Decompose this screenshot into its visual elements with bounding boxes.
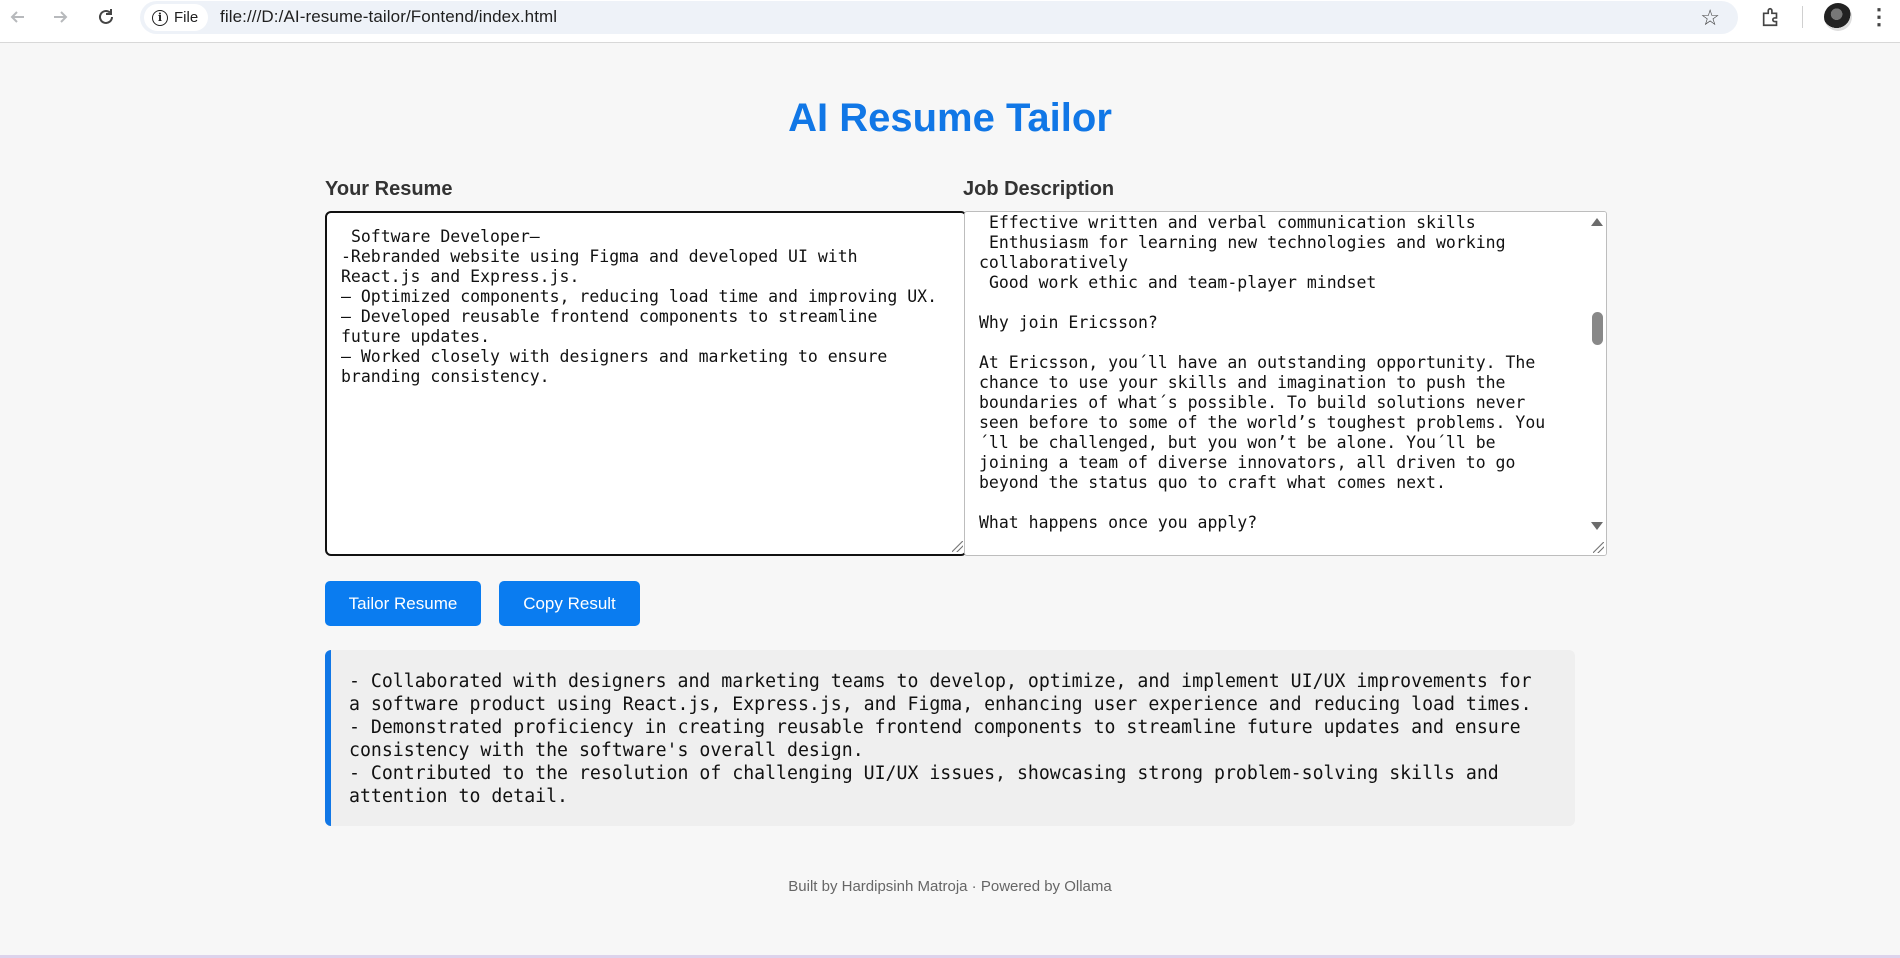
toolbar-divider xyxy=(1802,6,1803,28)
result-text: - Collaborated with designers and market… xyxy=(349,671,1532,807)
back-icon[interactable] xyxy=(4,3,32,31)
resize-handle[interactable] xyxy=(952,541,963,552)
job-description-textarea[interactable]: Effective written and verbal communicati… xyxy=(964,211,1607,556)
forward-icon[interactable] xyxy=(46,3,74,31)
site-info-label: File xyxy=(174,9,199,26)
copy-result-button[interactable]: Copy Result xyxy=(499,581,640,626)
bookmark-star-icon[interactable]: ☆ xyxy=(1700,5,1720,31)
scroll-down-arrow-icon[interactable] xyxy=(1591,522,1603,530)
resume-textarea-content: Software Developer– -Rebranded website u… xyxy=(341,227,938,386)
address-bar[interactable]: i File file:///D:/AI-resume-tailor/Fonte… xyxy=(140,1,1738,34)
job-description-label: Job Description xyxy=(963,178,1115,200)
url-text[interactable]: file:///D:/AI-resume-tailor/Fontend/inde… xyxy=(220,7,557,27)
tailor-resume-button[interactable]: Tailor Resume xyxy=(325,581,481,626)
footer-text: Built by Hardipsinh Matroja · Powered by… xyxy=(788,878,1112,895)
extensions-icon[interactable] xyxy=(1758,4,1784,30)
resize-handle[interactable] xyxy=(1593,542,1604,553)
job-description-textarea-content: Effective written and verbal communicati… xyxy=(979,213,1546,532)
resume-textarea[interactable]: Software Developer– -Rebranded website u… xyxy=(325,211,967,556)
reload-icon[interactable] xyxy=(92,3,120,31)
result-panel: - Collaborated with designers and market… xyxy=(325,650,1575,826)
scroll-thumb[interactable] xyxy=(1592,312,1603,345)
profile-avatar[interactable] xyxy=(1824,3,1852,31)
site-info-chip[interactable]: i File xyxy=(144,4,209,31)
browser-toolbar: i File file:///D:/AI-resume-tailor/Fonte… xyxy=(0,0,1900,43)
page-title: AI Resume Tailor xyxy=(788,96,1112,140)
info-icon: i xyxy=(152,9,168,26)
resume-label: Your Resume xyxy=(325,178,453,200)
menu-kebab-icon[interactable]: ⋮ xyxy=(1866,4,1892,30)
scroll-up-arrow-icon[interactable] xyxy=(1591,218,1603,226)
job-description-scrollbar[interactable] xyxy=(1590,212,1606,555)
